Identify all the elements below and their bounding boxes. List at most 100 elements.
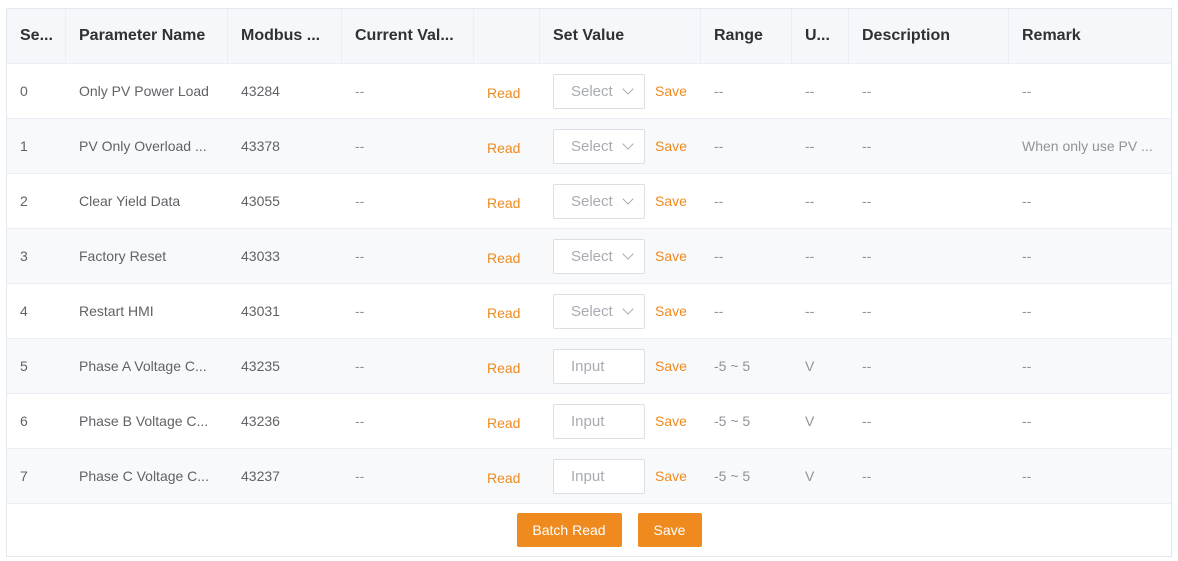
value-select[interactable]: Select bbox=[553, 238, 645, 274]
cell-unit: V bbox=[805, 358, 815, 374]
cell-modbus-address: 43033 bbox=[241, 248, 280, 264]
read-button[interactable]: Read bbox=[487, 305, 520, 321]
cell-remark: -- bbox=[1022, 83, 1032, 99]
cell-remark: When only use PV ... bbox=[1022, 138, 1153, 154]
cell-unit: V bbox=[805, 413, 815, 429]
cell-seq: 2 bbox=[20, 193, 28, 209]
row-save-button[interactable]: Save bbox=[655, 138, 687, 154]
col-header-current-value: Current Val... bbox=[342, 9, 474, 63]
cell-set-value: Select Save bbox=[540, 284, 701, 338]
chevron-down-icon bbox=[622, 137, 634, 150]
cell-unit: -- bbox=[805, 248, 815, 264]
cell-unit: -- bbox=[805, 193, 815, 209]
cell-parameter-name: Clear Yield Data bbox=[79, 193, 181, 209]
cell-seq: 6 bbox=[20, 413, 28, 429]
table-body: 0 Only PV Power Load 43284 -- Read Select Save… bbox=[7, 64, 1171, 504]
cell-seq: 1 bbox=[20, 138, 28, 154]
cell-unit: -- bbox=[805, 303, 815, 319]
cell-description: -- bbox=[862, 468, 872, 484]
cell-description: -- bbox=[862, 138, 872, 154]
cell-read: Read bbox=[474, 394, 540, 448]
row-save-button[interactable]: Save bbox=[655, 83, 687, 99]
table-row: 2 Clear Yield Data 43055 -- Read Select Save --… bbox=[7, 174, 1171, 229]
value-select[interactable]: Select bbox=[553, 183, 645, 219]
cell-description: -- bbox=[862, 413, 872, 429]
cell-description: -- bbox=[862, 193, 872, 209]
cell-read: Read bbox=[474, 174, 540, 228]
cell-parameter-name: PV Only Overload ... bbox=[79, 138, 207, 154]
row-save-button[interactable]: Save bbox=[655, 358, 687, 374]
cell-modbus-address: 43031 bbox=[241, 303, 280, 319]
row-save-button[interactable]: Save bbox=[655, 248, 687, 264]
read-button[interactable]: Read bbox=[487, 415, 520, 431]
cell-current-value: -- bbox=[355, 138, 365, 154]
batch-read-button[interactable]: Batch Read bbox=[516, 513, 622, 547]
table-header: Se... Parameter Name Modbus ... Current … bbox=[7, 9, 1171, 64]
row-save-button[interactable]: Save bbox=[655, 193, 687, 209]
cell-modbus-address: 43284 bbox=[241, 83, 280, 99]
cell-remark: -- bbox=[1022, 193, 1032, 209]
cell-read: Read bbox=[474, 339, 540, 393]
cell-range: -5 ~ 5 bbox=[714, 413, 751, 429]
cell-description: -- bbox=[862, 358, 872, 374]
read-button[interactable]: Read bbox=[487, 250, 520, 266]
read-button[interactable]: Read bbox=[487, 470, 520, 486]
col-header-description: Description bbox=[849, 9, 1009, 63]
row-save-button[interactable]: Save bbox=[655, 468, 687, 484]
value-input[interactable]: Input bbox=[553, 348, 645, 384]
cell-remark: -- bbox=[1022, 358, 1032, 374]
table-row: 6 Phase B Voltage C... 43236 -- Read Input Sav… bbox=[7, 394, 1171, 449]
value-select[interactable]: Select bbox=[553, 293, 645, 329]
value-input[interactable]: Input bbox=[553, 458, 645, 494]
table-row: 7 Phase C Voltage C... 43237 -- Read Input Sav… bbox=[7, 449, 1171, 504]
cell-modbus-address: 43236 bbox=[241, 413, 280, 429]
control-placeholder: Input bbox=[571, 357, 605, 375]
parameter-table-panel: Se... Parameter Name Modbus ... Current … bbox=[6, 8, 1172, 557]
read-button[interactable]: Read bbox=[487, 195, 520, 211]
cell-parameter-name: Phase B Voltage C... bbox=[79, 413, 209, 429]
value-input[interactable]: Input bbox=[553, 403, 645, 439]
chevron-down-icon bbox=[622, 302, 634, 315]
control-placeholder: Select bbox=[571, 192, 613, 210]
read-button[interactable]: Read bbox=[487, 360, 520, 376]
cell-set-value: Select Save bbox=[540, 119, 701, 173]
cell-current-value: -- bbox=[355, 83, 365, 99]
cell-read: Read bbox=[474, 284, 540, 338]
row-save-button[interactable]: Save bbox=[655, 413, 687, 429]
cell-range: -- bbox=[714, 248, 724, 264]
cell-parameter-name: Phase C Voltage C... bbox=[79, 468, 209, 484]
value-select[interactable]: Select bbox=[553, 73, 645, 109]
cell-modbus-address: 43378 bbox=[241, 138, 280, 154]
row-save-button[interactable]: Save bbox=[655, 303, 687, 319]
cell-description: -- bbox=[862, 248, 872, 264]
cell-parameter-name: Phase A Voltage C... bbox=[79, 358, 207, 374]
cell-seq: 7 bbox=[20, 468, 28, 484]
cell-unit: -- bbox=[805, 138, 815, 154]
cell-set-value: Select Save bbox=[540, 64, 701, 118]
cell-remark: -- bbox=[1022, 303, 1032, 319]
table-row: 4 Restart HMI 43031 -- Read Select Save -- -- -- -… bbox=[7, 284, 1171, 339]
table-row: 0 Only PV Power Load 43284 -- Read Select Save… bbox=[7, 64, 1171, 119]
read-button[interactable]: Read bbox=[487, 85, 520, 101]
table-row: 1 PV Only Overload ... 43378 -- Read Select Sa… bbox=[7, 119, 1171, 174]
cell-remark: -- bbox=[1022, 413, 1032, 429]
cell-seq: 5 bbox=[20, 358, 28, 374]
col-header-read bbox=[474, 9, 540, 63]
control-placeholder: Input bbox=[571, 412, 605, 430]
cell-range: -- bbox=[714, 83, 724, 99]
cell-set-value: Select Save bbox=[540, 229, 701, 283]
cell-current-value: -- bbox=[355, 358, 365, 374]
cell-unit: V bbox=[805, 468, 815, 484]
cell-range: -- bbox=[714, 193, 724, 209]
read-button[interactable]: Read bbox=[487, 140, 520, 156]
cell-current-value: -- bbox=[355, 193, 365, 209]
save-all-button[interactable]: Save bbox=[637, 513, 702, 547]
chevron-down-icon bbox=[622, 82, 634, 95]
cell-set-value: Input Save bbox=[540, 449, 701, 503]
cell-range: -- bbox=[714, 138, 724, 154]
value-select[interactable]: Select bbox=[553, 128, 645, 164]
cell-current-value: -- bbox=[355, 468, 365, 484]
cell-set-value: Input Save bbox=[540, 394, 701, 448]
control-placeholder: Input bbox=[571, 467, 605, 485]
cell-current-value: -- bbox=[355, 248, 365, 264]
